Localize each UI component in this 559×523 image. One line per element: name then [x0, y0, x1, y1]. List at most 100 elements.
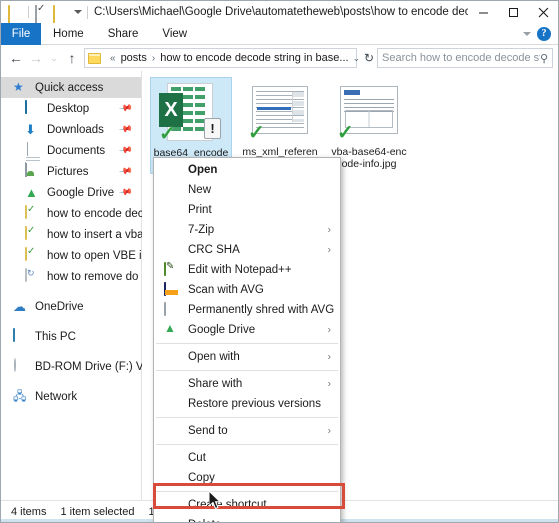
- avg-icon: [164, 282, 178, 297]
- tab-home[interactable]: Home: [41, 23, 96, 45]
- chevron-down-icon[interactable]: [523, 31, 531, 36]
- excel-icon: X: [159, 93, 183, 127]
- tab-file[interactable]: File: [1, 23, 41, 45]
- context-menu[interactable]: Open New Print 7-Zip › CRC SHA › Edit wi…: [153, 157, 341, 522]
- quick-access-toolbar: [1, 4, 82, 24]
- menu-item-label: Cut: [188, 452, 206, 464]
- status-selection: 1 item selected: [60, 505, 135, 518]
- sidebar-item-quick-access[interactable]: ★ Quick access: [1, 77, 141, 98]
- sidebar-item-downloads[interactable]: ⬇ Downloads 📌: [1, 119, 141, 140]
- mouse-cursor: [209, 491, 223, 511]
- ribbon-tab-bar: File Home Share View ?: [1, 23, 558, 45]
- menu-separator: [156, 343, 338, 344]
- sidebar-item-pictures[interactable]: Pictures 📌: [1, 161, 141, 182]
- chevron-right-icon: ›: [327, 324, 331, 336]
- minimize-button[interactable]: [468, 1, 498, 23]
- menu-item-open[interactable]: Open: [154, 160, 340, 180]
- search-input[interactable]: Search how to encode decode string...: [382, 52, 540, 64]
- menu-item-label: Open with: [188, 351, 240, 363]
- pin-icon: 📌: [118, 163, 134, 179]
- menu-item-print[interactable]: Print: [154, 200, 340, 220]
- menu-item-edit-with-notepadpp[interactable]: Edit with Notepad++: [154, 260, 340, 280]
- menu-item-crc-sha[interactable]: CRC SHA ›: [154, 240, 340, 260]
- sidebar-item-label: how to open VBE i: [47, 249, 142, 262]
- menu-item-create-shortcut[interactable]: Create shortcut: [154, 495, 340, 515]
- sidebar-item-bd-rom-drive[interactable]: BD-ROM Drive (F:) V: [1, 356, 144, 377]
- sidebar-item-label: Desktop: [47, 102, 90, 115]
- breadcrumb-posts[interactable]: posts: [121, 52, 147, 64]
- sidebar-item-label: Network: [35, 390, 78, 403]
- menu-item-share-with[interactable]: Share with ›: [154, 374, 340, 394]
- refresh-button[interactable]: ↻: [361, 51, 377, 65]
- menu-item-google-drive[interactable]: Google Drive ›: [154, 320, 340, 340]
- pin-icon: 📌: [118, 184, 134, 200]
- menu-separator: [156, 444, 338, 445]
- menu-item-send-to[interactable]: Send to ›: [154, 421, 340, 441]
- monitor-icon: [25, 100, 41, 116]
- chevron-right-icon: ›: [327, 351, 331, 363]
- menu-item-delete[interactable]: Delete: [154, 515, 340, 522]
- sidebar-item-network[interactable]: 🖧 Network: [1, 386, 141, 407]
- menu-item-7-zip[interactable]: 7-Zip ›: [154, 220, 340, 240]
- chevron-down-icon[interactable]: [74, 10, 82, 14]
- breadcrumb-overflow-icon[interactable]: «: [105, 53, 121, 64]
- menu-item-new[interactable]: New: [154, 180, 340, 200]
- ribbon-right-controls: ?: [523, 23, 558, 44]
- up-button[interactable]: ↑: [62, 47, 82, 69]
- sync-ok-icon: ✓: [248, 122, 265, 144]
- pin-icon: 📌: [118, 121, 134, 137]
- picture-icon: [25, 163, 41, 179]
- sidebar-item-desktop[interactable]: Desktop 📌: [1, 98, 141, 119]
- sync-ok-icon: ✓: [337, 122, 354, 144]
- network-icon: 🖧: [13, 389, 27, 403]
- menu-item-restore-previous-versions[interactable]: Restore previous versions: [154, 394, 340, 414]
- sidebar-item-label: how to encode dec: [47, 207, 144, 220]
- sidebar-item-label: Downloads: [47, 123, 104, 136]
- document-icon: [25, 142, 41, 176]
- sidebar-item-onedrive[interactable]: ☁ OneDrive: [1, 296, 141, 317]
- sidebar-item-label: Documents: [47, 144, 106, 157]
- sidebar-item-label: Quick access: [35, 81, 104, 94]
- maximize-button[interactable]: [498, 1, 528, 23]
- menu-item-copy[interactable]: Copy: [154, 468, 340, 488]
- onedrive-cloud-icon: ☁: [13, 299, 26, 314]
- menu-separator: [156, 370, 338, 371]
- menu-item-label: Create shortcut: [188, 499, 267, 511]
- new-folder-icon[interactable]: [53, 4, 67, 24]
- sidebar-item-label: how to remove do: [47, 270, 139, 283]
- search-box[interactable]: Search how to encode decode string... ⚲: [377, 48, 553, 68]
- divider: [28, 6, 29, 18]
- menu-item-cut[interactable]: Cut: [154, 448, 340, 468]
- menu-item-scan-with-avg[interactable]: Scan with AVG: [154, 280, 340, 300]
- menu-separator: [156, 417, 338, 418]
- sidebar-item-how-to-encode[interactable]: how to encode dec: [1, 203, 144, 224]
- sidebar-item-how-to-insert-vba[interactable]: how to insert a vba: [1, 224, 144, 245]
- menu-separator: [156, 491, 338, 492]
- help-icon[interactable]: ?: [537, 26, 551, 41]
- screenshot-thumbnail: ✓: [248, 80, 312, 144]
- tab-view[interactable]: View: [150, 23, 199, 45]
- search-icon: ⚲: [539, 52, 548, 65]
- sync-ok-icon: ✓: [159, 123, 176, 145]
- menu-item-label: Delete: [188, 519, 221, 522]
- properties-checkbox-icon[interactable]: [35, 4, 49, 24]
- address-breadcrumb-field[interactable]: « posts › how to encode decode string in…: [84, 48, 360, 68]
- recent-locations-button[interactable]: ⌄: [46, 47, 62, 69]
- sidebar-item-how-to-open-vbe[interactable]: how to open VBE i: [1, 245, 142, 266]
- sidebar-item-google-drive[interactable]: ▲ Google Drive 📌: [1, 182, 141, 203]
- sidebar-item-how-to-remove-doc[interactable]: how to remove do: [1, 266, 141, 287]
- breadcrumb-current-folder[interactable]: how to encode decode string in base...: [160, 52, 348, 64]
- tab-share[interactable]: Share: [96, 23, 151, 45]
- sidebar-item-documents[interactable]: Documents 📌: [1, 140, 141, 176]
- back-button[interactable]: ←: [6, 47, 26, 69]
- menu-item-label: Print: [188, 204, 212, 216]
- navigation-pane: ★ Quick access Desktop 📌 ⬇ Downloads 📌 D…: [1, 71, 144, 500]
- sidebar-item-this-pc[interactable]: This PC: [1, 326, 141, 347]
- menu-item-open-with[interactable]: Open with ›: [154, 347, 340, 367]
- menu-item-permanently-shred-with-avg[interactable]: Permanently shred with AVG: [154, 300, 340, 320]
- close-button[interactable]: [528, 1, 558, 23]
